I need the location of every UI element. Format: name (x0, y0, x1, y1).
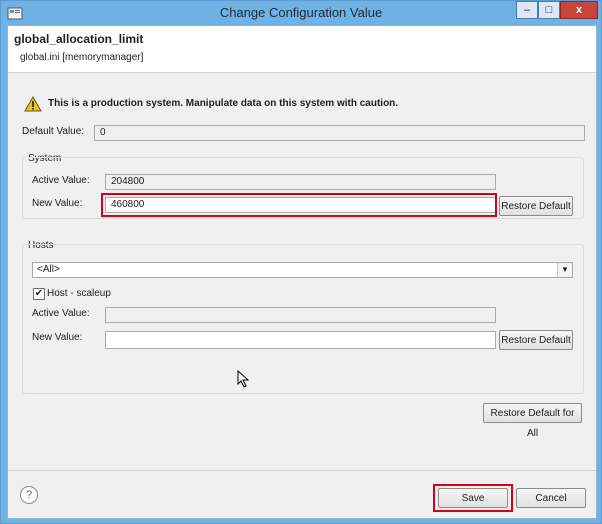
title-bar[interactable]: Change Configuration Value – □ x (1, 1, 601, 25)
new-value-highlight (101, 193, 497, 217)
system-restore-default-button[interactable]: Restore Default (499, 196, 573, 216)
host-new-value-input[interactable] (105, 331, 496, 349)
host-checkbox[interactable]: ✔ (33, 288, 45, 300)
parameter-name: global_allocation_limit (14, 32, 144, 46)
hosts-select[interactable]: <All> ▼ (32, 262, 573, 278)
host-active-value (105, 307, 496, 323)
default-value-label: Default Value: (22, 126, 85, 137)
parameter-location: global.ini [memorymanager] (20, 52, 144, 63)
system-active-value: 204800 (105, 174, 496, 190)
hosts-select-value: <All> (37, 264, 60, 275)
warning-icon (24, 96, 42, 112)
help-icon[interactable]: ? (20, 486, 38, 504)
dialog-header: global_allocation_limit global.ini [memo… (8, 26, 596, 73)
chevron-down-icon[interactable]: ▼ (557, 263, 572, 277)
dialog-content: global_allocation_limit global.ini [memo… (7, 25, 597, 519)
host-checkbox-label: Host - scaleup (47, 288, 111, 299)
host-new-label: New Value: (32, 332, 83, 343)
mouse-cursor-icon (237, 370, 249, 388)
close-button[interactable]: x (560, 1, 598, 19)
save-button[interactable]: Save (438, 488, 508, 508)
window-title: Change Configuration Value (219, 5, 383, 20)
maximize-button[interactable]: □ (538, 1, 560, 19)
footer-divider (8, 470, 596, 471)
default-value-field: 0 (94, 125, 585, 141)
dialog-window: Change Configuration Value – □ x global_… (0, 0, 602, 524)
host-restore-default-button[interactable]: Restore Default (499, 330, 573, 350)
system-active-label: Active Value: (32, 175, 90, 186)
cancel-button[interactable]: Cancel (516, 488, 586, 508)
warning-text: This is a production system. Manipulate … (48, 98, 399, 109)
host-active-label: Active Value: (32, 308, 90, 319)
minimize-button[interactable]: – (516, 1, 538, 19)
restore-default-for-all-button[interactable]: Restore Default for All (483, 403, 582, 439)
system-new-label: New Value: (32, 198, 83, 209)
